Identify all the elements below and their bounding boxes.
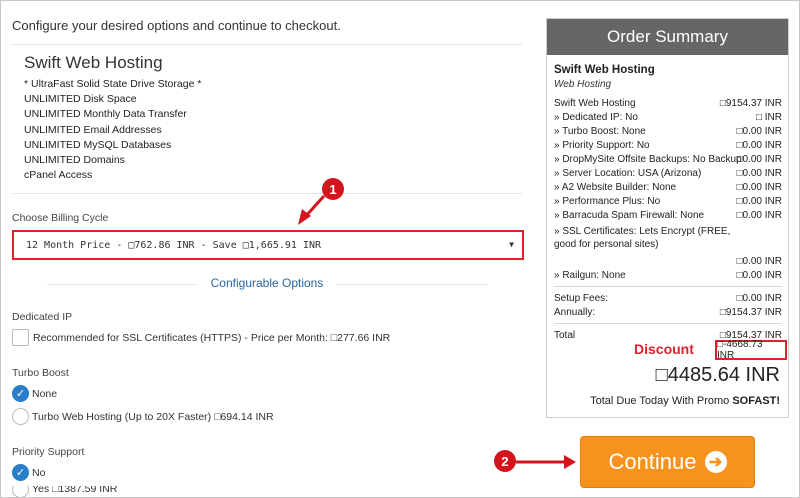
summary-divider (554, 323, 782, 324)
summary-line: » Priority Support: No □0.00 INR (554, 139, 782, 152)
billing-cycle-select[interactable]: 12 Month Price - □762.86 INR - Save □1,6… (12, 230, 524, 260)
billing-cycle-value: 12 Month Price - □762.86 INR - Save □1,6… (26, 239, 322, 251)
caret-down-icon: ▼ (509, 240, 514, 249)
dedicated-ip-option[interactable]: Recommended for SSL Certificates (HTTPS)… (12, 329, 390, 346)
summary-line-value: □9154.37 INR (719, 98, 782, 109)
product-info-panel: Swift Web Hosting * UltraFast Solid Stat… (12, 44, 522, 194)
summary-line-label: » DropMySite Offsite Backups: No Backup (554, 154, 742, 165)
feature-item: * UltraFast Solid State Drive Storage * (24, 78, 202, 90)
priority-support-no-option[interactable]: ✓ No (12, 464, 45, 481)
summary-divider (554, 286, 782, 287)
billing-cycle-label: Choose Billing Cycle (12, 212, 109, 224)
summary-ssl-value: □0.00 INR (736, 256, 782, 267)
summary-product-group: Web Hosting (554, 79, 612, 90)
feature-item: UNLIMITED Disk Space (24, 93, 137, 106)
annually-label: Annually: (554, 307, 596, 318)
dedicated-ip-label: Dedicated IP (12, 311, 73, 323)
total-due-today: Total Due Today With Promo SOFAST! (590, 395, 780, 407)
setup-fees-value: □0.00 INR (736, 293, 782, 304)
summary-line-label: » Turbo Boost: None (554, 126, 646, 137)
turbo-boost-none-option[interactable]: ✓ None (12, 385, 57, 402)
summary-line-label: » Priority Support: No (554, 140, 650, 151)
order-summary-panel: Order Summary Swift Web Hosting Web Host… (546, 18, 789, 418)
summary-line-label: » Performance Plus: No (554, 196, 661, 207)
summary-line-value: □0.00 INR (736, 196, 782, 207)
feature-item: cPanel Access (24, 169, 93, 182)
turbo-boost-turbo-option[interactable]: Turbo Web Hosting (Up to 20X Faster) □69… (12, 408, 274, 425)
summary-line-value: □0.00 INR (736, 126, 782, 137)
summary-railgun-label: » Railgun: None (554, 270, 626, 281)
summary-ssl-line: » SSL Certificates: Lets Encrypt (FREE, … (554, 226, 731, 250)
summary-line-label: » A2 Website Builder: None (554, 182, 677, 193)
product-name: Swift Web Hosting (24, 53, 163, 72)
turbo-option-label: Turbo Web Hosting (Up to 20X Faster) □69… (32, 410, 274, 423)
summary-line: » DropMySite Offsite Backups: No Backup □… (554, 153, 782, 166)
summary-line-value: □0.00 INR (736, 168, 782, 179)
feature-item: UNLIMITED Domains (24, 154, 125, 167)
summary-line-value: □ INR (755, 112, 782, 123)
dedicated-ip-checkbox[interactable] (12, 329, 29, 346)
annually-value: □9154.37 INR (719, 307, 782, 318)
total-label: Total (554, 330, 576, 341)
summary-line-value: □0.00 INR (736, 140, 782, 151)
summary-line-value: □0.00 INR (736, 210, 782, 221)
due-today-prefix: Total Due Today With Promo (590, 395, 733, 407)
setup-fees-label: Setup Fees: (554, 293, 608, 304)
turbo-none-label: None (32, 387, 58, 400)
check-icon[interactable]: ✓ (12, 385, 29, 402)
summary-line-value: □0.00 INR (736, 154, 782, 165)
summary-line: » Server Location: USA (Arizona) □0.00 IN… (554, 167, 782, 180)
summary-line: » Barracuda Spam Firewall: None □0.00 INR (554, 209, 782, 222)
arrow-right-icon: ➔ (704, 451, 727, 473)
summary-line: » A2 Website Builder: None □0.00 INR (554, 181, 782, 194)
configurable-options-title: Configurable Options (12, 276, 522, 290)
feature-item: UNLIMITED Email Addresses (24, 123, 162, 136)
check-icon[interactable]: ✓ (12, 464, 29, 481)
turbo-boost-label: Turbo Boost (12, 367, 69, 379)
summary-line: » Performance Plus: No □0.00 INR (554, 195, 782, 208)
summary-line: Swift Web Hosting □9154.37 INR (554, 97, 782, 110)
discount-annotation: Discount (634, 341, 694, 357)
annually-line: Annually: □9154.37 INR (554, 306, 782, 319)
step-marker-1: 1 (322, 178, 344, 200)
summary-line-label: » Barracuda Spam Firewall: None (554, 210, 705, 221)
summary-railgun-value: □0.00 INR (736, 270, 782, 281)
grand-total: □4485.64 INR (655, 364, 780, 386)
priority-support-yes-option[interactable]: Yes □1387.59 INR (12, 486, 117, 498)
continue-button[interactable]: Continue ➔ (580, 436, 755, 488)
setup-fees-line: Setup Fees: □0.00 INR (554, 292, 782, 305)
priority-no-label: No (32, 466, 46, 479)
summary-line-label: » Server Location: USA (Arizona) (554, 168, 702, 179)
step-marker-2: 2 (494, 450, 516, 472)
priority-yes-label: Yes □1387.59 INR (32, 486, 118, 495)
dedicated-ip-option-label: Recommended for SSL Certificates (HTTPS)… (33, 331, 391, 344)
feature-item: UNLIMITED Monthly Data Transfer (24, 108, 187, 121)
order-summary-title: Order Summary (547, 19, 788, 55)
summary-line-label: Swift Web Hosting (554, 98, 636, 109)
summary-railgun-line: » Railgun: None □0.00 INR (554, 269, 782, 282)
summary-line: » Dedicated IP: No □ INR (554, 111, 782, 124)
summary-line-label: » Dedicated IP: No (554, 112, 638, 123)
turbo-radio[interactable] (12, 408, 29, 425)
discount-value: □-4668.73 INR (715, 339, 787, 361)
priority-yes-radio[interactable] (12, 486, 29, 498)
summary-line: » Turbo Boost: None □0.00 INR (554, 125, 782, 138)
priority-support-label: Priority Support (12, 446, 85, 458)
summary-line-value: □0.00 INR (736, 182, 782, 193)
summary-product-name: Swift Web Hosting (554, 64, 655, 76)
feature-item: UNLIMITED MySQL Databases (24, 138, 172, 151)
intro-text: Configure your desired options and conti… (12, 18, 341, 33)
continue-label: Continue (608, 449, 697, 474)
promo-code: SOFAST! (732, 395, 780, 407)
